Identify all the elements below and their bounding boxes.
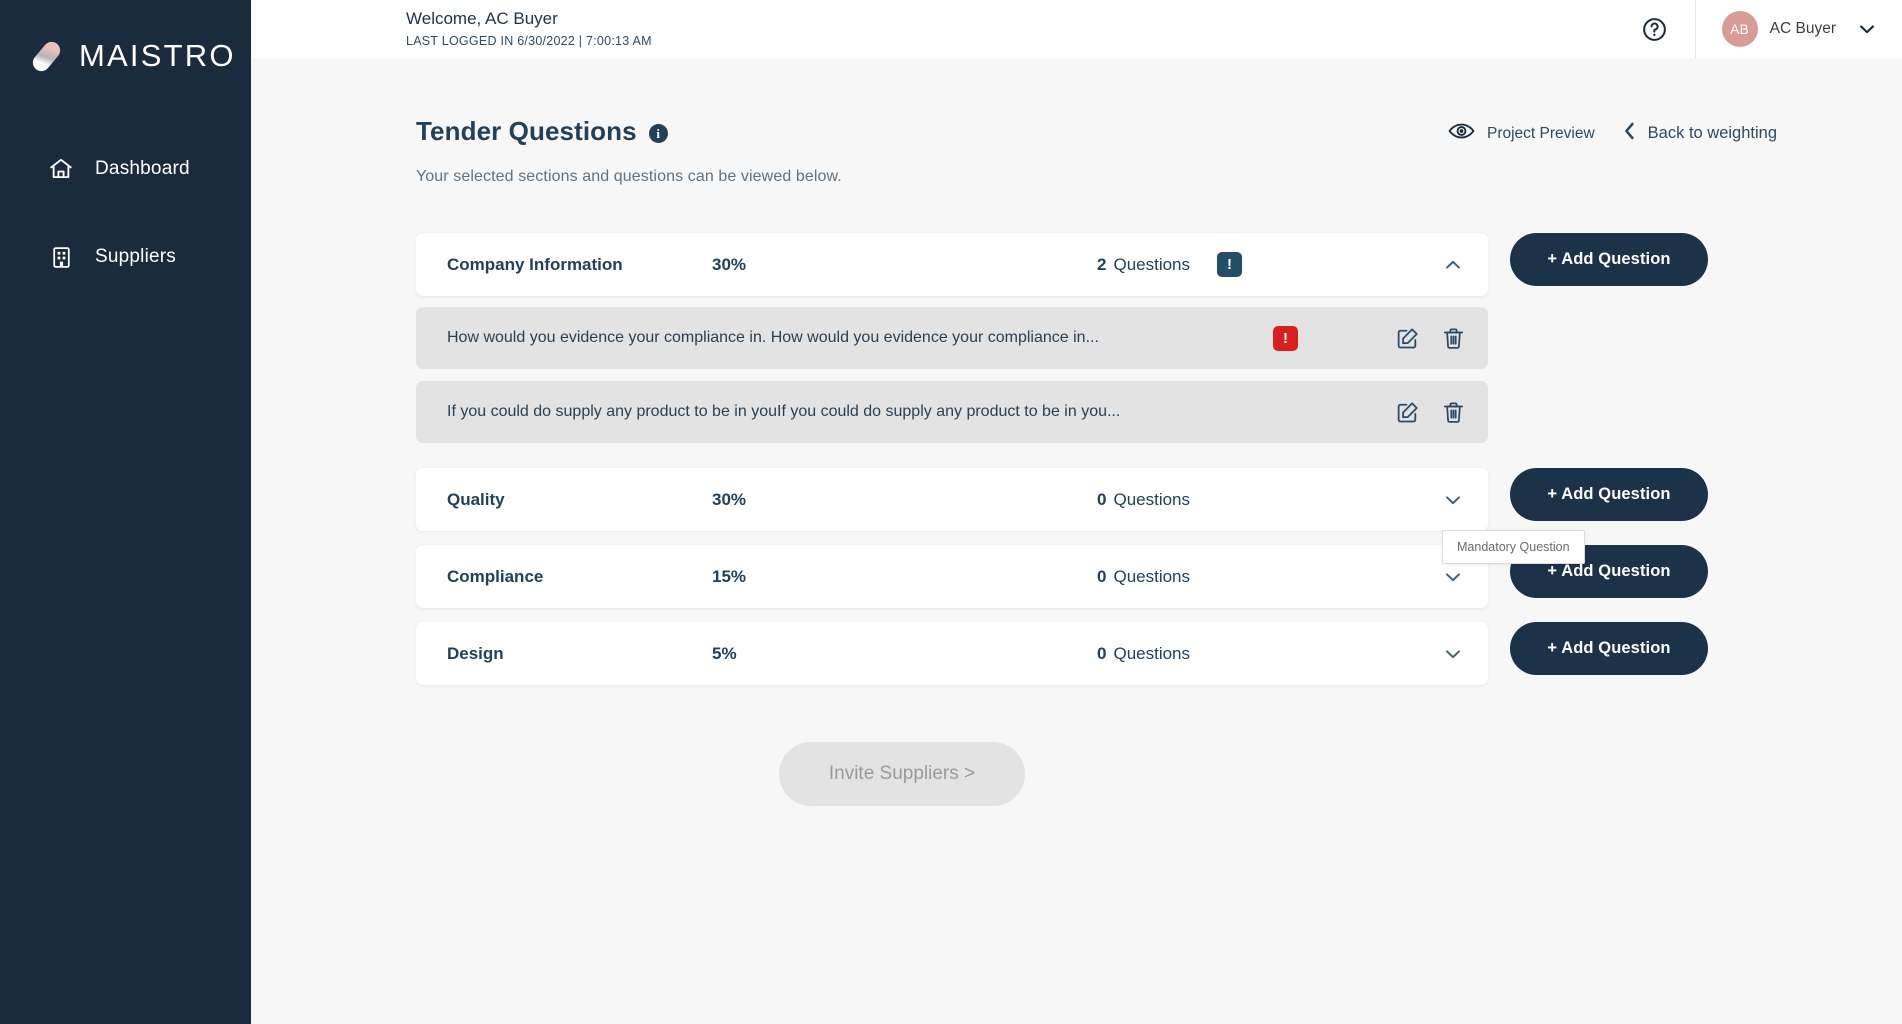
section-weight: 30% bbox=[712, 489, 747, 509]
add-question-button[interactable]: + Add Question bbox=[1510, 622, 1708, 675]
chevron-down-icon[interactable] bbox=[1438, 639, 1468, 669]
home-icon bbox=[48, 156, 74, 182]
section-group: Company Information 30% 2 Questions ! + … bbox=[416, 233, 1782, 443]
info-icon[interactable]: i bbox=[648, 124, 668, 143]
section-question-count: 2 Questions bbox=[1097, 255, 1190, 275]
section-count-word: Questions bbox=[1113, 254, 1191, 274]
chevron-left-icon bbox=[1623, 121, 1636, 146]
question-actions bbox=[1392, 397, 1468, 427]
mandatory-question-tooltip: Mandatory Question bbox=[1442, 530, 1585, 564]
cta-area: Invite Suppliers > bbox=[416, 742, 1782, 806]
question-text: How would you evidence your compliance i… bbox=[447, 329, 1099, 346]
brand-name: MAISTRO bbox=[79, 38, 236, 73]
section-count-word: Questions bbox=[1113, 643, 1191, 663]
app-root: MAISTRO Dashboard Suppliers Welcome, AC … bbox=[0, 0, 1902, 1024]
chevron-up-icon[interactable] bbox=[1438, 250, 1468, 280]
section-header-compliance[interactable]: Compliance 15% 0 Questions bbox=[416, 545, 1488, 608]
sidebar-item-dashboard[interactable]: Dashboard bbox=[0, 143, 251, 195]
section-header-company-information[interactable]: Company Information 30% 2 Questions ! bbox=[416, 233, 1488, 296]
header-actions: Project Preview Back to weighting bbox=[1448, 121, 1777, 146]
questions-list: How would you evidence your compliance i… bbox=[416, 307, 1782, 443]
section-header-quality[interactable]: Quality 30% 0 Questions bbox=[416, 468, 1488, 531]
question-actions bbox=[1392, 323, 1468, 353]
edit-pencil-icon[interactable] bbox=[1392, 397, 1422, 427]
welcome-block: Welcome, AC Buyer LAST LOGGED IN 6/30/20… bbox=[406, 8, 652, 50]
page-title: Tender Questions bbox=[416, 116, 637, 146]
section-name: Quality bbox=[447, 489, 505, 509]
question-text: If you could do supply any product to be… bbox=[447, 403, 1121, 420]
sidebar-item-suppliers[interactable]: Suppliers bbox=[0, 231, 251, 283]
main-area: Welcome, AC Buyer LAST LOGGED IN 6/30/20… bbox=[251, 0, 1902, 1024]
capsule-logo-icon bbox=[29, 38, 67, 75]
sections-list: Company Information 30% 2 Questions ! + … bbox=[416, 233, 1782, 685]
question-row[interactable]: How would you evidence your compliance i… bbox=[416, 307, 1488, 369]
page-content: Tender Questions i Your selected section… bbox=[251, 58, 1902, 1024]
chevron-down-icon[interactable] bbox=[1856, 18, 1878, 40]
trash-icon[interactable] bbox=[1438, 397, 1468, 427]
section-count-number: 0 bbox=[1097, 489, 1107, 509]
section-question-count: 0 Questions bbox=[1097, 490, 1190, 510]
section-name: Design bbox=[447, 643, 504, 663]
sidebar: MAISTRO Dashboard Suppliers bbox=[0, 0, 251, 1024]
edit-pencil-icon[interactable] bbox=[1392, 323, 1422, 353]
add-question-button[interactable]: + Add Question bbox=[1510, 233, 1708, 286]
section-name: Compliance bbox=[447, 566, 544, 586]
question-circle-icon[interactable] bbox=[1641, 15, 1669, 43]
avatar[interactable]: AB bbox=[1721, 11, 1758, 47]
section-weight: 15% bbox=[712, 566, 747, 586]
section-flag-badge[interactable]: ! bbox=[1217, 252, 1243, 277]
topbar: Welcome, AC Buyer LAST LOGGED IN 6/30/20… bbox=[251, 0, 1902, 58]
section-name: Company Information bbox=[447, 254, 623, 274]
project-preview-label: Project Preview bbox=[1486, 124, 1595, 142]
section-count-word: Questions bbox=[1113, 566, 1191, 586]
section-question-count: 0 Questions bbox=[1097, 567, 1190, 587]
section-count-word: Questions bbox=[1113, 489, 1191, 509]
sidebar-item-label: Suppliers bbox=[95, 246, 177, 267]
sidebar-item-label: Dashboard bbox=[95, 158, 190, 179]
section-question-count: 0 Questions bbox=[1097, 644, 1190, 664]
section-weight: 5% bbox=[712, 643, 737, 663]
building-icon bbox=[48, 244, 74, 270]
topbar-divider bbox=[1694, 0, 1696, 58]
user-name: AC Buyer bbox=[1769, 20, 1836, 37]
section-weight: 30% bbox=[712, 254, 747, 274]
section-count-number: 0 bbox=[1097, 566, 1107, 586]
sidebar-nav: Dashboard Suppliers bbox=[0, 143, 251, 319]
welcome-greeting: Welcome, AC Buyer bbox=[406, 9, 558, 28]
eye-icon bbox=[1448, 121, 1475, 146]
back-to-weighting-button[interactable]: Back to weighting bbox=[1623, 121, 1777, 146]
add-question-button[interactable]: + Add Question bbox=[1510, 468, 1708, 521]
invite-suppliers-button[interactable]: Invite Suppliers > bbox=[779, 742, 1025, 806]
section-group: Quality 30% 0 Questions + Add Question bbox=[416, 468, 1782, 531]
back-to-weighting-label: Back to weighting bbox=[1647, 124, 1777, 142]
chevron-down-icon[interactable] bbox=[1438, 485, 1468, 515]
trash-icon[interactable] bbox=[1438, 323, 1468, 353]
page-subtitle: Your selected sections and questions can… bbox=[416, 168, 842, 185]
last-logged-in: LAST LOGGED IN 6/30/2022 | 7:00:13 AM bbox=[406, 34, 652, 48]
topbar-right: AB AC Buyer bbox=[1641, 0, 1902, 58]
page-header: Tender Questions i Your selected section… bbox=[416, 116, 1782, 186]
section-group: Design 5% 0 Questions + Add Question bbox=[416, 622, 1782, 685]
section-count-number: 0 bbox=[1097, 643, 1107, 663]
brand-logo[interactable]: MAISTRO bbox=[0, 26, 251, 86]
mandatory-question-badge[interactable]: ! bbox=[1273, 325, 1298, 351]
section-header-design[interactable]: Design 5% 0 Questions bbox=[416, 622, 1488, 685]
project-preview-button[interactable]: Project Preview bbox=[1448, 121, 1595, 146]
question-row[interactable]: If you could do supply any product to be… bbox=[416, 381, 1488, 443]
section-count-number: 2 bbox=[1097, 254, 1107, 274]
chevron-down-icon[interactable] bbox=[1438, 562, 1468, 592]
